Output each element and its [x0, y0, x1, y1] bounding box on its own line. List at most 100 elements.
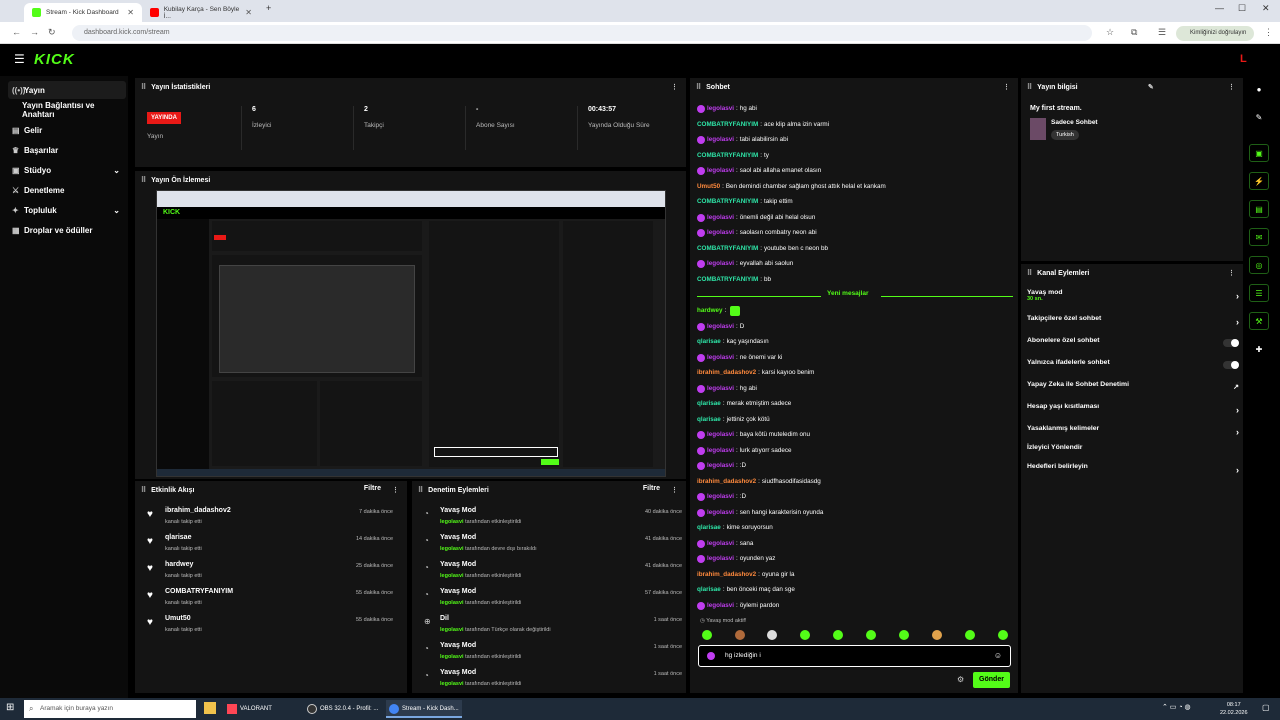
close-window-icon[interactable]: ✕ [1262, 3, 1270, 14]
emoji-picker-icon[interactable]: ☺ [994, 646, 1002, 666]
chat-username[interactable]: legolasvi [707, 383, 734, 395]
back-icon[interactable]: ← [12, 27, 21, 37]
rail-chat-icon[interactable]: ✉ [1249, 228, 1269, 246]
extensions-icon[interactable]: ⧉ [1131, 27, 1137, 38]
taskbar-app-obs[interactable]: OBS 32.0.4 - Profil: ... [304, 700, 384, 718]
chat-username[interactable]: COMBATRYFANIYIM [697, 119, 758, 131]
rail-pencil-icon[interactable]: ✎ [1249, 108, 1269, 126]
chat-username[interactable]: ibrahim_dadashov2 [697, 569, 756, 581]
sidebar-item-denetleme[interactable]: ⚔ Denetleme [8, 181, 126, 199]
kebab-menu-icon[interactable]: ⋮ [671, 486, 678, 494]
drag-handle-icon[interactable]: ⠿ [141, 83, 146, 91]
channel-action-raid[interactable]: İzleyici Yönlendir [1027, 444, 1239, 462]
drag-handle-icon[interactable]: ⠿ [418, 486, 423, 494]
url-field[interactable]: dashboard.kick.com/stream [72, 25, 1092, 41]
subs-only-toggle[interactable] [1223, 339, 1239, 347]
kebab-menu-icon[interactable]: ⋮ [1228, 83, 1235, 91]
filter-button[interactable]: Filtre [643, 485, 660, 492]
reload-icon[interactable]: ↻ [48, 27, 56, 38]
chat-input[interactable]: hg izlediğin i ☺ [698, 645, 1011, 667]
feed-user[interactable]: ibrahim_dadashov2 [165, 507, 231, 514]
emotes-only-toggle[interactable] [1223, 361, 1239, 369]
close-tab-icon[interactable]: ✕ [245, 8, 252, 17]
avatar[interactable]: L [1240, 53, 1254, 67]
mod-user[interactable]: legolasvi [440, 600, 464, 606]
category-name[interactable]: Sadece Sohbet [1051, 119, 1098, 126]
chat-username[interactable]: legolasvi [707, 507, 734, 519]
notification-icon[interactable]: ▢ [1262, 703, 1270, 712]
sidebar-item-studyo[interactable]: ▣ Stüdyo ⌄ [8, 161, 126, 179]
chat-username[interactable]: qlarisae [697, 414, 721, 426]
channel-action-goals[interactable]: Hedefleri belirleyin › [1027, 463, 1239, 481]
chat-username[interactable]: hardwey [697, 305, 723, 317]
bookmark-star-icon[interactable]: ☆ [1106, 27, 1114, 38]
chat-username[interactable]: legolasvi [707, 538, 734, 550]
feed-user[interactable]: Umut50 [165, 615, 191, 622]
chat-username[interactable]: legolasvi [707, 429, 734, 441]
drag-handle-icon[interactable]: ⠿ [141, 486, 146, 494]
chat-username[interactable]: legolasvi [707, 352, 734, 364]
channel-action-slow-mode[interactable]: Yavaş mod 30 sn. › [1027, 289, 1239, 307]
emote-icon[interactable] [735, 630, 745, 640]
channel-action-followers-only[interactable]: Takipçilere özel sohbet › [1027, 315, 1239, 333]
sidebar-item-topluluk[interactable]: ✦ Topluluk ⌄ [8, 201, 126, 219]
chat-username[interactable]: Umut50 [697, 181, 720, 193]
minimize-icon[interactable]: — [1215, 3, 1224, 13]
sidebar-item-gelir[interactable]: ▤ Gelir [8, 121, 126, 139]
chat-username[interactable]: COMBATRYFANIYIM [697, 196, 758, 208]
chat-username[interactable]: legolasvi [707, 321, 734, 333]
rail-bolt-icon[interactable]: ⚡ [1249, 172, 1269, 190]
chat-username[interactable]: legolasvi [707, 258, 734, 270]
emote-icon[interactable] [932, 630, 942, 640]
rail-stream-icon[interactable]: ▣ [1249, 144, 1269, 162]
feed-user[interactable]: COMBATRYFANIYIM [165, 588, 233, 595]
edit-pencil-icon[interactable]: ✎ [1148, 83, 1154, 91]
chat-username[interactable]: qlarisae [697, 522, 721, 534]
emote-icon[interactable] [965, 630, 975, 640]
windows-start-icon[interactable]: ⊞ [6, 702, 14, 713]
chat-username[interactable]: ibrahim_dadashov2 [697, 476, 756, 488]
browser-tab-youtube[interactable]: Kubilay Karça - Sen Böyle İ... ✕ [142, 3, 260, 22]
chat-settings-icon[interactable]: ⚙ [957, 675, 964, 684]
emote-icon[interactable] [866, 630, 876, 640]
chat-username[interactable]: legolasvi [707, 460, 734, 472]
feed-user[interactable]: qlarisae [165, 534, 191, 541]
sidebar-item-basarilar[interactable]: ♛ Başarılar [8, 141, 126, 159]
emote-icon[interactable] [800, 630, 810, 640]
chat-username[interactable]: legolasvi [707, 445, 734, 457]
mod-user[interactable]: legolasvi [440, 573, 464, 579]
rail-clipboard-icon[interactable]: ▤ [1249, 200, 1269, 218]
drag-handle-icon[interactable]: ⠿ [1027, 83, 1032, 91]
chat-username[interactable]: qlarisae [697, 398, 721, 410]
taskbar-search[interactable]: ⌕ Aramak için buraya yazın [24, 700, 196, 718]
taskbar-app-chrome[interactable]: Stream - Kick Dash... [386, 700, 462, 718]
file-explorer-icon[interactable] [204, 702, 216, 714]
emote-icon[interactable] [767, 630, 777, 640]
rail-puzzle-icon[interactable]: ✚ [1249, 340, 1269, 358]
chat-username[interactable]: qlarisae [697, 584, 721, 596]
mod-user[interactable]: legolasvi [440, 519, 464, 525]
drag-handle-icon[interactable]: ⠿ [1027, 269, 1032, 277]
mod-user[interactable]: legolasvi [440, 681, 464, 687]
taskbar-clock[interactable]: 08:17 22.02.2026 [1220, 701, 1248, 717]
kebab-menu-icon[interactable]: ⋮ [392, 486, 399, 494]
sidebar-item-yayin[interactable]: ((•)) Yayın [8, 81, 126, 99]
chat-username[interactable]: COMBATRYFANIYIM [697, 274, 758, 286]
chat-username[interactable]: COMBATRYFANIYIM [697, 243, 758, 255]
chat-username[interactable]: legolasvi [707, 134, 734, 146]
kebab-menu-icon[interactable]: ⋮ [1003, 83, 1010, 91]
emote-icon[interactable] [702, 630, 712, 640]
chat-username[interactable]: legolasvi [707, 165, 734, 177]
chat-username[interactable]: ibrahim_dadashov2 [697, 367, 756, 379]
maximize-icon[interactable]: ☐ [1238, 3, 1246, 14]
chat-username[interactable]: legolasvi [707, 212, 734, 224]
rail-list-icon[interactable]: ☰ [1249, 284, 1269, 302]
rail-broadcast-icon[interactable]: ◎ [1249, 256, 1269, 274]
mod-user[interactable]: legolasvi [440, 546, 464, 552]
feed-user[interactable]: hardwey [165, 561, 193, 568]
new-tab-icon[interactable]: + [266, 3, 271, 13]
filter-button[interactable]: Filtre [364, 485, 381, 492]
sidebar-item-stream-key[interactable]: Yayın Bağlantısı ve Anahtarı [8, 101, 126, 119]
rail-wrench-icon[interactable]: ⚒ [1249, 312, 1269, 330]
emote-icon[interactable] [899, 630, 909, 640]
